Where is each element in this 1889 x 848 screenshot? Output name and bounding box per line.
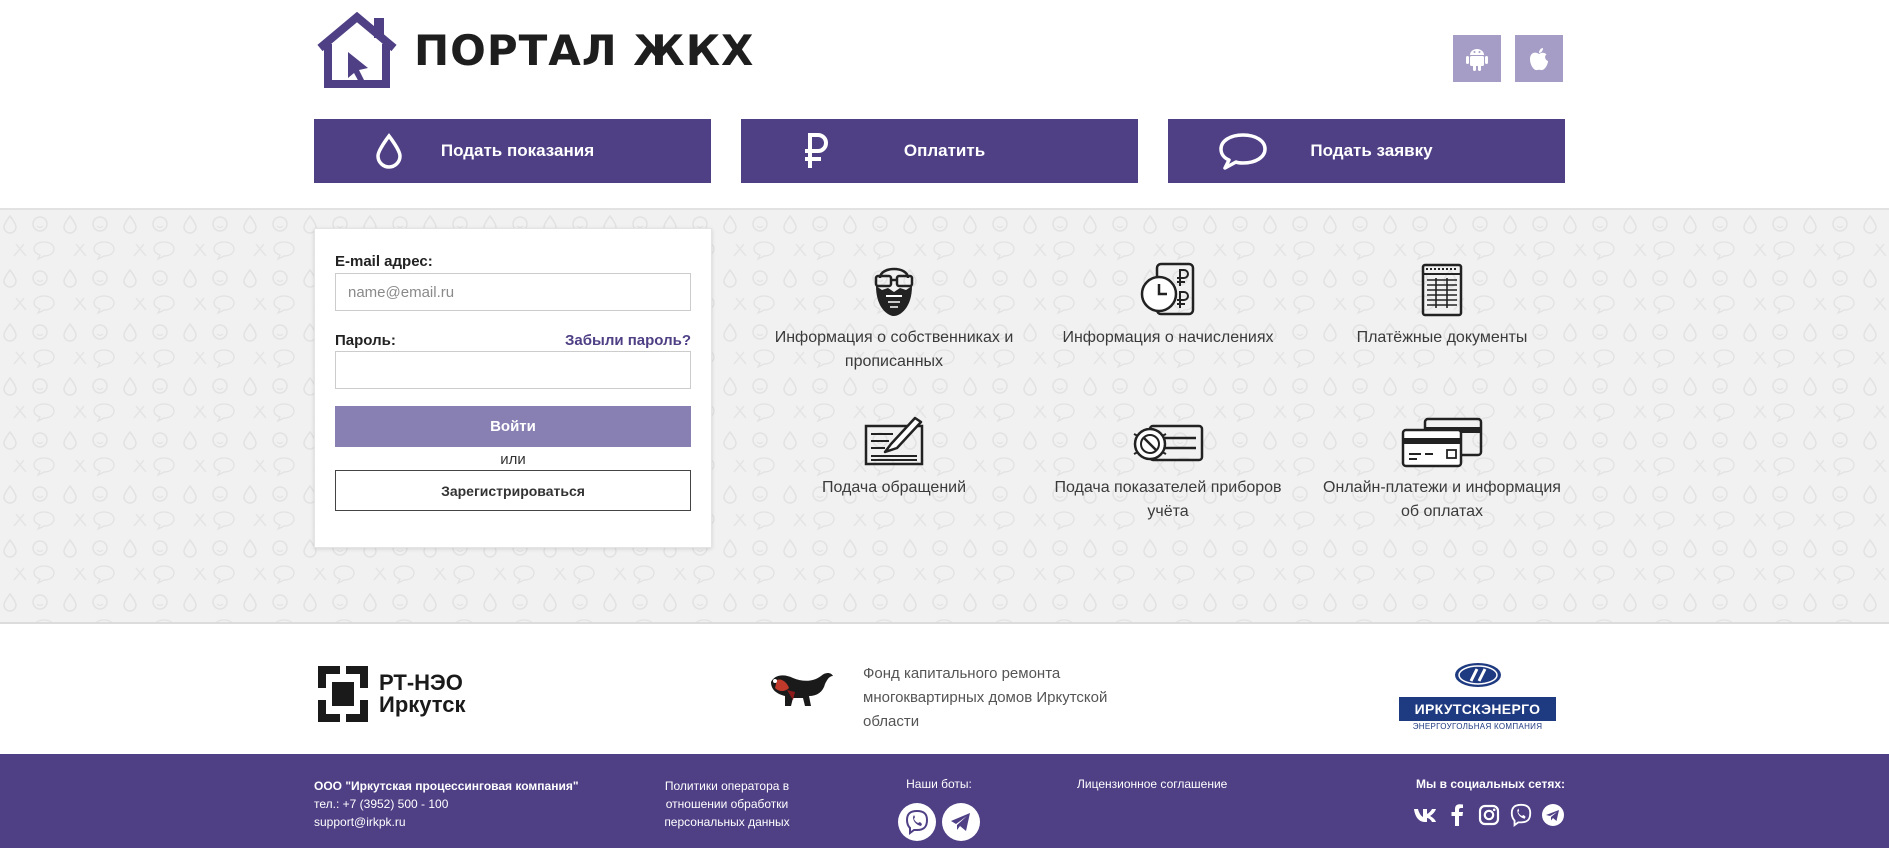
instagram-icon [1478, 804, 1500, 826]
android-app-button[interactable] [1453, 35, 1501, 82]
viber-icon [1510, 803, 1532, 827]
rt-neo-city: Иркутск [379, 692, 466, 717]
logo-title: ПОРТАЛ ЖКХ [414, 25, 755, 75]
password-field[interactable] [335, 351, 691, 389]
capital-repair-fund-text: Фонд капитального ремонта многоквартирны… [863, 665, 1108, 730]
feature-charges-text: Информация о начислениях [1062, 329, 1274, 346]
tiger-sable-emblem-icon [771, 673, 833, 706]
rt-neo-logo[interactable]: РТ-НЭО Иркутск [314, 664, 466, 724]
feature-appeals[interactable]: Подача обращений [769, 404, 1019, 500]
irkutskenergo-emblem-icon [1454, 663, 1501, 687]
viber-link[interactable] [1509, 803, 1533, 827]
feature-payment-docs[interactable]: Платёжные документы [1317, 254, 1567, 350]
telegram-icon [1542, 804, 1564, 826]
rt-neo-name: РТ-НЭО [379, 670, 463, 695]
instagram-link[interactable] [1477, 803, 1501, 827]
password-label: Пароль: [335, 332, 396, 349]
company-name: ООО "Иркутская процессинговая компания" [314, 779, 579, 793]
apple-app-button[interactable] [1515, 35, 1563, 82]
forgot-password-link[interactable]: Забыли пароль? [565, 332, 691, 349]
irkutskenergo-name: ИРКУТСКЭНЕРГО [1399, 697, 1556, 721]
feature-meter-readings-text: Подача показателей приборов учёта [1054, 479, 1282, 520]
capital-repair-fund-logo[interactable]: Фонд капитального ремонта многоквартирны… [765, 662, 1163, 734]
login-form: E-mail адрес: Пароль: Забыли пароль? Вой… [314, 228, 712, 548]
partners-bar: РТ-НЭО Иркутск Фонд капитального ремонта… [0, 626, 1889, 754]
apple-icon [1530, 47, 1548, 70]
privacy-policy-link[interactable]: Политики оператора в отношении обработки… [652, 777, 802, 831]
header: ПОРТАЛ ЖКХ Подать показания Оплатить Под… [0, 0, 1889, 208]
policy-line: персональных данных [664, 815, 790, 829]
android-icon [1466, 48, 1488, 71]
submit-request-button[interactable]: Подать заявку [1168, 119, 1565, 183]
bearded-man-icon [874, 267, 914, 316]
feature-owners-text: Информация о собственниках и прописанных [774, 329, 1014, 370]
viber-icon [905, 809, 929, 835]
bots-section: Наши боты: [898, 777, 980, 841]
license-agreement-link[interactable]: Лицензионное соглашение [1077, 777, 1227, 791]
bots-label: Наши боты: [906, 777, 972, 791]
clock-ruble-icon [1140, 262, 1195, 316]
rt-neo-mark-icon [318, 666, 368, 722]
email-field[interactable] [335, 273, 691, 311]
meter-icon [1133, 424, 1204, 462]
irkutskenergo-logo[interactable]: ИРКУТСКЭНЕРГО ЭНЕРГОУГОЛЬНАЯ КОМПАНИЯ [1399, 662, 1556, 731]
pay-label: Оплатить [903, 141, 986, 160]
main-section: E-mail адрес: Пароль: Забыли пароль? Вой… [0, 208, 1889, 624]
document-icon [1421, 263, 1463, 317]
submit-readings-button[interactable]: Подать показания [314, 119, 711, 183]
house-logo-icon [317, 12, 397, 88]
feature-online-payments-text: Онлайн-платежи и информация об оплатах [1323, 479, 1561, 520]
company-phone: тел.: +7 (3952) 500 - 100 [314, 797, 449, 811]
vk-icon [1414, 809, 1436, 822]
company-info: ООО "Иркутская процессинговая компания" … [314, 777, 579, 831]
feature-payment-docs-text: Платёжные документы [1356, 329, 1528, 346]
social-section: Мы в социальных сетях: [1413, 777, 1565, 827]
or-text: или [500, 451, 526, 468]
social-label: Мы в социальных сетях: [1416, 777, 1565, 791]
facebook-link[interactable] [1445, 803, 1469, 827]
feature-owners[interactable]: Информация о собственниках и прописанных [769, 254, 1019, 374]
pay-button[interactable]: Оплатить [741, 119, 1138, 183]
viber-bot-button[interactable] [898, 803, 936, 841]
policy-line: отношении обработки [665, 797, 789, 811]
telegram-bot-button[interactable] [942, 803, 980, 841]
company-email: support@irkpk.ru [314, 815, 406, 829]
site-logo[interactable]: ПОРТАЛ ЖКХ [314, 12, 754, 88]
register-button[interactable]: Зарегистрироваться [335, 470, 691, 511]
feature-online-payments[interactable]: Онлайн-платежи и информация об оплатах [1317, 404, 1567, 524]
facebook-icon [1451, 804, 1463, 826]
policy-line: Политики оператора в [664, 779, 790, 793]
vk-link[interactable] [1413, 803, 1437, 827]
feature-appeals-text: Подача обращений [821, 479, 967, 496]
telegram-link[interactable] [1541, 803, 1565, 827]
feature-charges[interactable]: Информация о начислениях [1043, 254, 1293, 350]
email-label: E-mail адрес: [335, 253, 433, 270]
irkutskenergo-subtitle: ЭНЕРГОУГОЛЬНАЯ КОМПАНИЯ [1412, 722, 1543, 731]
telegram-icon [951, 813, 970, 831]
submit-request-label: Подать заявку [1310, 141, 1433, 160]
writing-letter-icon [864, 416, 924, 466]
footer: ООО "Иркутская процессинговая компания" … [0, 754, 1889, 848]
feature-meter-readings[interactable]: Подача показателей приборов учёта [1043, 404, 1293, 524]
credit-cards-icon [1401, 417, 1483, 468]
submit-readings-label: Подать показания [440, 141, 595, 160]
login-button[interactable]: Войти [335, 406, 691, 447]
